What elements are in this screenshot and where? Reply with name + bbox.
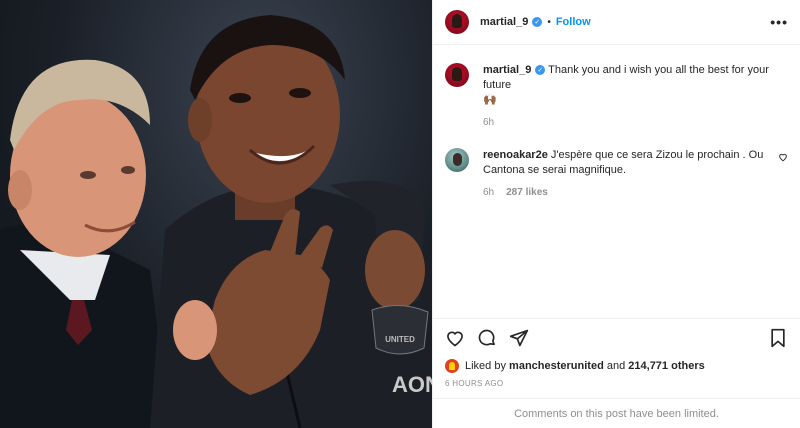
post-sidebar: martial_9 ✓ • Follow ••• martial_9 ✓ Than… bbox=[432, 0, 800, 428]
avatar[interactable] bbox=[445, 10, 469, 34]
likes-prefix: Liked by bbox=[465, 360, 506, 372]
caption-username[interactable]: martial_9 bbox=[483, 64, 531, 76]
crest-text: UNITED bbox=[385, 335, 415, 344]
comments-list: martial_9 ✓ Thank you and i wish you all … bbox=[433, 45, 800, 198]
likes-summary: Liked by manchesterunited and 214,771 ot… bbox=[445, 359, 788, 373]
post-header: martial_9 ✓ • Follow ••• bbox=[433, 0, 800, 45]
photo-illustration: UNITED AON bbox=[0, 15, 432, 428]
likes-count[interactable]: 214,771 others bbox=[628, 360, 704, 372]
header-username[interactable]: martial_9 bbox=[480, 16, 528, 28]
caption-time[interactable]: 6h bbox=[483, 117, 494, 128]
liker-username[interactable]: manchesterunited bbox=[509, 360, 604, 372]
comment-item: reenoakar2e J'espère que ce sera Zizou l… bbox=[445, 148, 788, 198]
caption: martial_9 ✓ Thank you and i wish you all … bbox=[445, 63, 788, 128]
verified-badge-icon: ✓ bbox=[535, 65, 546, 76]
likes-and: and bbox=[606, 360, 626, 372]
action-bar: Liked by manchesterunited and 214,771 ot… bbox=[433, 318, 800, 388]
comment-likes[interactable]: 287 likes bbox=[506, 187, 548, 198]
like-heart-icon[interactable] bbox=[445, 328, 465, 348]
comment-bubble-icon[interactable] bbox=[477, 328, 497, 348]
separator-dot: • bbox=[547, 16, 551, 28]
sponsor-text: AON bbox=[392, 372, 432, 397]
verified-badge-icon: ✓ bbox=[532, 17, 543, 27]
comment-username[interactable]: reenoakar2e bbox=[483, 149, 548, 161]
more-options-icon[interactable]: ••• bbox=[770, 15, 788, 29]
comment-heart-icon[interactable] bbox=[778, 152, 788, 165]
instagram-post: UNITED AON martial_9 ✓ • Follow ••• mart… bbox=[0, 0, 800, 428]
caption-emoji: 🙌🏾 bbox=[483, 94, 497, 106]
liker-avatar[interactable] bbox=[445, 359, 459, 373]
comments-limited-notice: Comments on this post have been limited. bbox=[433, 398, 800, 428]
post-photo[interactable]: UNITED AON bbox=[0, 0, 432, 428]
comment-time[interactable]: 6h bbox=[483, 187, 494, 198]
post-timestamp[interactable]: 6 HOURS AGO bbox=[445, 379, 788, 388]
avatar[interactable] bbox=[445, 148, 469, 172]
follow-button[interactable]: Follow bbox=[556, 16, 591, 28]
bookmark-icon[interactable] bbox=[768, 328, 788, 348]
share-paper-plane-icon[interactable] bbox=[509, 328, 529, 348]
avatar[interactable] bbox=[445, 63, 469, 87]
